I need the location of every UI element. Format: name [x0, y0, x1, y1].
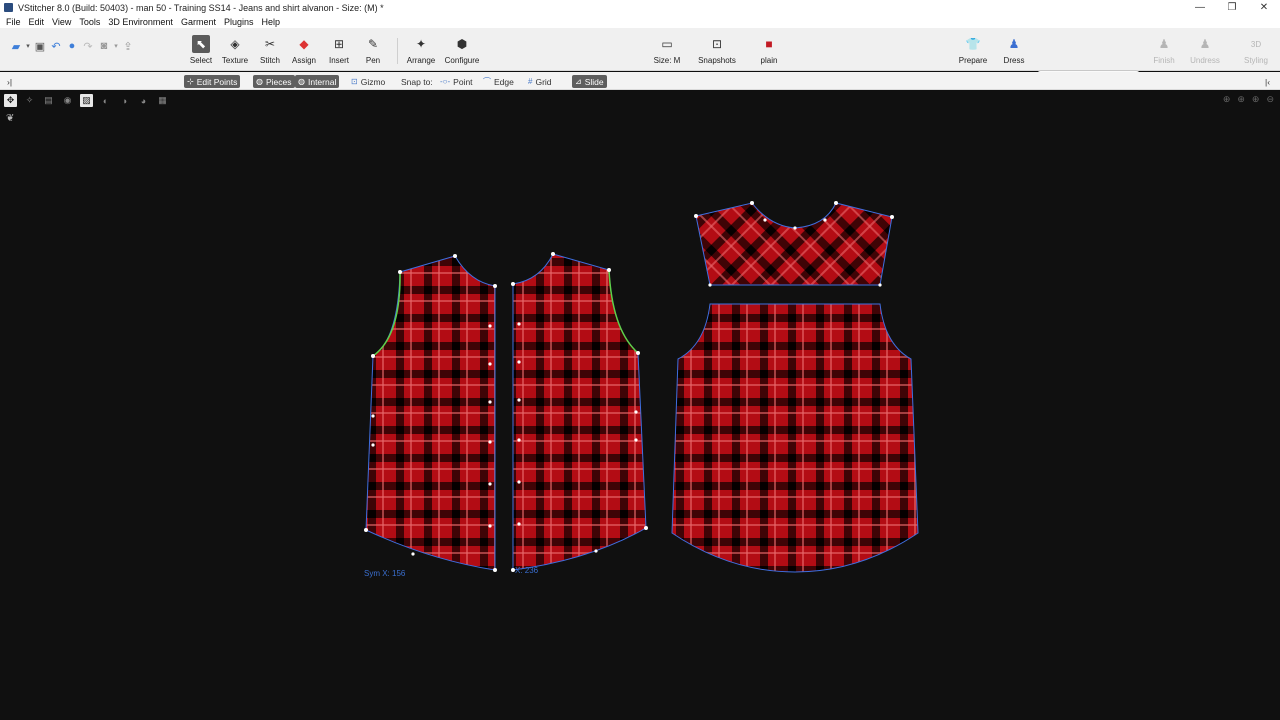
insert-tool-button[interactable]: ⊞ Insert [320, 35, 358, 69]
gizmo-icon: ⊡ [351, 77, 358, 86]
menu-tools[interactable]: Tools [75, 17, 104, 27]
assign-icon: ◆ [299, 37, 309, 51]
size-icon: ▭ [661, 37, 673, 51]
back-piece [671, 303, 919, 573]
menu-3d-environment[interactable]: 3D Environment [104, 17, 177, 27]
menu-plugins[interactable]: Plugins [220, 17, 258, 27]
finish-button[interactable]: ♟ Finish [1145, 35, 1183, 69]
front-left-piece [365, 255, 496, 571]
styling-button[interactable]: 3D Styling [1237, 35, 1275, 69]
arrange-tool-button[interactable]: ✦ Arrange [402, 35, 440, 69]
shirt-icon: 👕 [965, 37, 981, 51]
dress-button[interactable]: ♟ Dress [995, 35, 1033, 69]
configure-tool-button[interactable]: ⬢ Configure [443, 35, 481, 69]
yoke-piece [695, 202, 893, 286]
slide-icon: ⊿ [575, 77, 582, 86]
edit-points-icon: ⊹ [187, 77, 194, 86]
edge-icon: ⌒ [483, 77, 491, 86]
finish-icon: ♟ [1158, 37, 1170, 51]
slide-toggle[interactable]: ⊿ Slide [572, 75, 607, 88]
expand-panel-icon[interactable]: ›| [4, 75, 15, 88]
size-selector[interactable]: ▭ Size: M [648, 35, 686, 69]
arrange-icon: ✦ [415, 37, 427, 51]
menu-bar: File Edit View Tools 3D Environment Garm… [0, 15, 1280, 28]
stitch-tool-button[interactable]: ✂ Stitch [251, 35, 289, 69]
cursor-icon: ⬉ [192, 35, 210, 53]
fabric-selector[interactable]: ■ plain [750, 35, 788, 69]
undress-icon: ♟ [1199, 37, 1211, 51]
texture-icon: ◈ [230, 37, 240, 51]
main-toolbar: ▰ ▾ ▣ ↶ ● ↷ ◙ ▾ ⇪ ⬉ Select ◈ Texture ✂ S… [0, 28, 1280, 76]
open-folder-icon[interactable]: ▰ [8, 40, 24, 53]
configure-icon: ⬢ [456, 37, 468, 51]
restore-button[interactable]: ❐ [1216, 0, 1248, 15]
dropdown-arrow-icon[interactable]: ▾ [24, 42, 32, 50]
undress-button[interactable]: ♟ Undress [1186, 35, 1224, 69]
window-title: VStitcher 8.0 (Build: 50403) - man 50 - … [18, 2, 384, 13]
collapse-panel-icon[interactable]: |‹ [1262, 75, 1273, 88]
symmetry-x-label: Sym X: 156 [364, 569, 406, 578]
2d-pattern-canvas[interactable]: ✥ ✧ ▤ ◉ ▨ ◐ ◑ ◕ ▦ ❦ ⊕ ⊕ ⊕ ⊖ Sym X: 156 X… [0, 91, 1280, 720]
texture-tool-button[interactable]: ◈ Texture [216, 35, 254, 69]
export-icon[interactable]: ⇪ [120, 40, 136, 53]
styling-3d-icon: 3D [1250, 39, 1262, 49]
snap-point-toggle[interactable]: -○- Point [437, 75, 476, 88]
menu-help[interactable]: Help [257, 17, 284, 27]
minimize-button[interactable]: — [1184, 0, 1216, 15]
toolbar-divider [397, 38, 398, 64]
redo-icon[interactable]: ↷ [80, 40, 96, 53]
stitch-icon: ✂ [264, 37, 276, 51]
pattern-pieces-svg [364, 201, 919, 573]
menu-view[interactable]: View [48, 17, 75, 27]
snap-edge-toggle[interactable]: ⌒ Edge [480, 75, 517, 88]
history-icon[interactable]: ● [64, 40, 80, 52]
select-tool-button[interactable]: ⬉ Select [182, 35, 220, 69]
snap-grid-toggle[interactable]: # Grid [525, 75, 555, 88]
pieces-toggle[interactable]: ◍ Pieces [253, 75, 295, 88]
symmetry-x-label-right: X: 236 [515, 566, 539, 575]
vstitcher-app-icon [4, 3, 13, 12]
pen-tool-button[interactable]: ✎ Pen [354, 35, 392, 69]
pattern-options-bar: ›| ⊹ Edit Points ◍ Pieces ◍ Internal ⊡ Gizmo… [0, 72, 1280, 90]
insert-icon: ⊞ [333, 37, 345, 51]
front-right-piece [512, 253, 647, 571]
grid-icon: # [528, 77, 533, 86]
save-icon[interactable]: ▣ [32, 40, 48, 53]
menu-file[interactable]: File [2, 17, 25, 27]
assign-tool-button[interactable]: ◆ Assign [285, 35, 323, 69]
dropdown-arrow-icon[interactable]: ▾ [112, 42, 120, 50]
menu-garment[interactable]: Garment [177, 17, 220, 27]
close-button[interactable]: ✕ [1248, 0, 1280, 15]
internal-toggle[interactable]: ◍ Internal [295, 75, 340, 88]
pieces-icon: ◍ [256, 77, 263, 86]
snapshots-selector[interactable]: ⊡ Snapshots [698, 35, 736, 69]
dress-avatar-icon: ♟ [1008, 37, 1020, 51]
menu-edit[interactable]: Edit [25, 17, 49, 27]
point-icon: -○- [440, 77, 451, 86]
undo-icon[interactable]: ↶ [48, 40, 64, 53]
internal-icon: ◍ [298, 77, 305, 86]
edit-points-toggle[interactable]: ⊹ Edit Points [184, 75, 241, 88]
camera-icon[interactable]: ◙ [96, 40, 112, 52]
fabric-swatch-icon: ■ [765, 37, 773, 51]
pen-icon: ✎ [367, 37, 379, 51]
prepare-button[interactable]: 👕 Prepare [954, 35, 992, 69]
gizmo-toggle[interactable]: ⊡ Gizmo [348, 75, 388, 88]
snapshot-icon: ⊡ [711, 37, 723, 51]
snap-to-label: Snap to: [401, 76, 433, 87]
title-bar: VStitcher 8.0 (Build: 50403) - man 50 - … [0, 0, 1280, 15]
